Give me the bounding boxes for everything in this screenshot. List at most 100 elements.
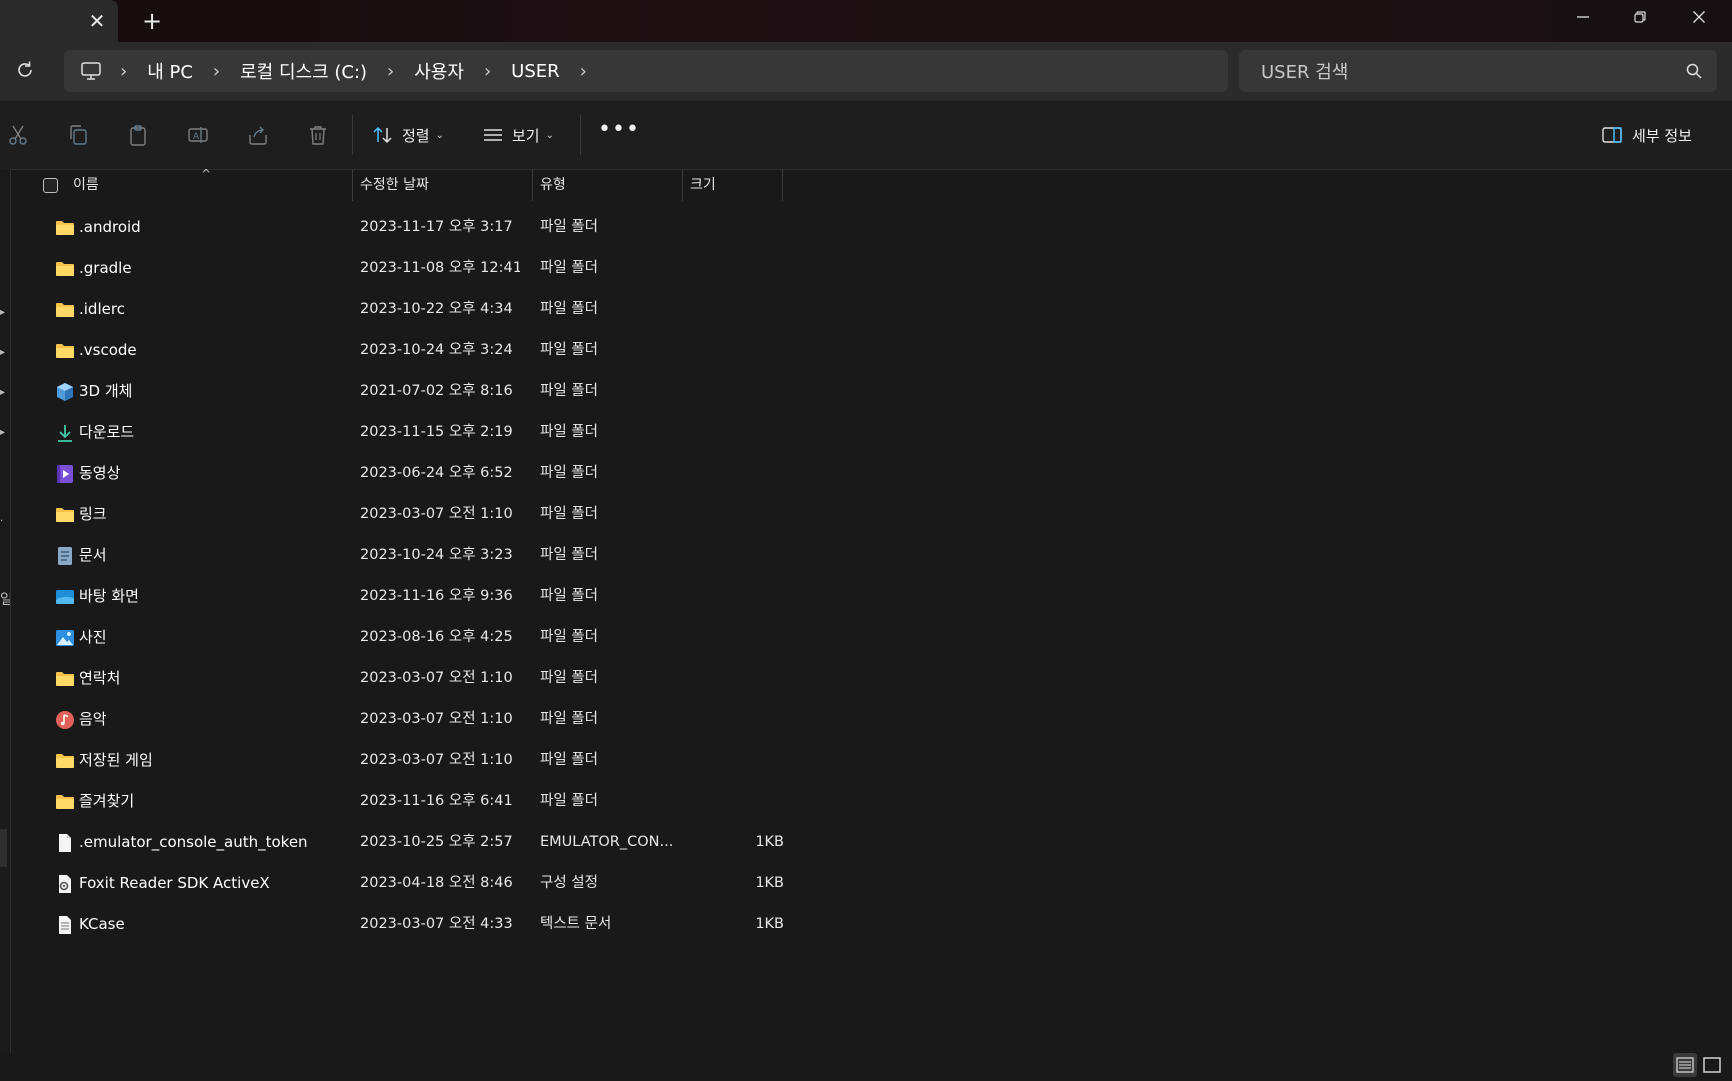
column-header: ^ 이름 수정한 날짜 유형 크기 <box>11 167 1732 201</box>
breadcrumb-user[interactable]: USER <box>511 61 559 82</box>
chevron-right-icon[interactable]: › <box>387 61 394 82</box>
file-row[interactable]: .idlerc 2023-10-22 오후 4:34 파일 폴더 <box>11 289 911 330</box>
copy-icon[interactable] <box>66 123 90 147</box>
nav-item-fragment[interactable]: . <box>0 513 6 524</box>
paste-icon[interactable] <box>126 123 150 147</box>
share-icon[interactable] <box>246 123 270 147</box>
file-row[interactable]: 음악 2023-03-07 오전 1:10 파일 폴더 <box>11 699 911 740</box>
file-row[interactable]: 동영상 2023-06-24 오후 6:52 파일 폴더 <box>11 453 911 494</box>
file-size: 1KB <box>755 875 784 891</box>
breadcrumb-users[interactable]: 사용자 <box>414 58 464 84</box>
file-date: 2023-04-18 오전 8:46 <box>360 875 513 891</box>
file-type: 파일 폴더 <box>540 424 598 440</box>
file-date: 2023-03-07 오전 1:10 <box>360 711 513 727</box>
column-name[interactable]: 이름 <box>73 169 353 201</box>
file-size <box>661 371 784 412</box>
column-type[interactable]: 유형 <box>540 169 680 201</box>
file-size <box>661 412 784 453</box>
column-size[interactable]: 크기 <box>690 169 780 201</box>
select-all-checkbox[interactable] <box>43 178 58 193</box>
view-label: 보기 <box>512 126 540 145</box>
rename-icon[interactable]: A <box>186 123 210 147</box>
cut-icon[interactable] <box>6 123 30 147</box>
chevron-right-icon[interactable]: › <box>120 61 127 82</box>
file-date: 2021-07-02 오후 8:16 <box>360 383 513 399</box>
new-tab-icon[interactable]: + <box>140 9 164 34</box>
file-size <box>661 453 784 494</box>
column-divider[interactable] <box>352 169 353 201</box>
file-date: 2023-03-07 오전 1:10 <box>360 506 513 522</box>
file-row[interactable]: 링크 2023-03-07 오전 1:10 파일 폴더 <box>11 494 911 535</box>
large-icons-view-button[interactable] <box>1700 1053 1724 1077</box>
file-date: 2023-11-17 오후 3:17 <box>360 219 513 235</box>
chevron-right-icon[interactable]: › <box>213 61 220 82</box>
more-options-icon[interactable]: ••• <box>598 119 639 147</box>
file-type: 파일 폴더 <box>540 301 598 317</box>
downloads-icon <box>55 423 75 443</box>
sort-button[interactable]: 정렬 ⌄ <box>372 119 444 151</box>
status-bar <box>0 1053 1732 1080</box>
file-row[interactable]: .android 2023-11-17 오후 3:17 파일 폴더 <box>11 207 911 248</box>
file-row[interactable]: 사진 2023-08-16 오후 4:25 파일 폴더 <box>11 617 911 658</box>
this-pc-icon[interactable] <box>80 60 102 82</box>
chevron-down-icon: ⌄ <box>435 129 444 141</box>
details-view-button[interactable] <box>1673 1053 1697 1077</box>
file-row[interactable]: 바탕 화면 2023-11-16 오후 9:36 파일 폴더 <box>11 576 911 617</box>
close-window-button[interactable] <box>1683 6 1715 32</box>
file-type: 파일 폴더 <box>540 793 598 809</box>
column-date[interactable]: 수정한 날짜 <box>360 169 530 201</box>
search-input[interactable] <box>1259 50 1663 94</box>
file-date: 2023-10-25 오후 2:57 <box>360 834 513 850</box>
file-row[interactable]: .vscode 2023-10-24 오후 3:24 파일 폴더 <box>11 330 911 371</box>
file-row[interactable]: 다운로드 2023-11-15 오후 2:19 파일 폴더 <box>11 412 911 453</box>
expand-arrow-icon[interactable]: ▸ <box>0 387 6 398</box>
column-divider[interactable] <box>782 169 783 201</box>
documents-icon <box>55 546 75 566</box>
navigation-pane[interactable]: ▸ ▸ ▸ ▸ . 일 <box>0 169 11 1053</box>
file-list: .android 2023-11-17 오후 3:17 파일 폴더 .gradle 2… <box>11 207 911 945</box>
file-row[interactable]: 저장된 게임 2023-03-07 오전 1:10 파일 폴더 <box>11 740 911 781</box>
file-type: EMULATOR_CON... <box>540 834 674 850</box>
file-size <box>661 330 784 371</box>
file-name: 바탕 화면 <box>79 587 139 605</box>
breadcrumb[interactable]: › 내 PC › 로컬 디스크 (C:) › 사용자 › USER › <box>64 50 1228 92</box>
breadcrumb-local-disk[interactable]: 로컬 디스크 (C:) <box>240 58 367 84</box>
expand-arrow-icon[interactable]: ▸ <box>0 307 6 318</box>
file-row[interactable]: 즐겨찾기 2023-11-16 오후 6:41 파일 폴더 <box>11 781 911 822</box>
breadcrumb-this-pc[interactable]: 내 PC <box>147 58 193 84</box>
expand-arrow-icon[interactable]: ▸ <box>0 427 6 438</box>
chevron-right-icon[interactable]: › <box>580 61 587 82</box>
file-row[interactable]: 문서 2023-10-24 오후 3:23 파일 폴더 <box>11 535 911 576</box>
minimize-button[interactable] <box>1567 6 1599 32</box>
file-type: 파일 폴더 <box>540 465 598 481</box>
explorer-tab[interactable]: ✕ <box>0 0 118 42</box>
file-row[interactable]: KCase 2023-03-07 오전 4:33 텍스트 문서 1KB <box>11 904 911 945</box>
file-row[interactable]: .emulator_console_auth_token 2023-10-25 오… <box>11 822 911 863</box>
details-pane-button[interactable]: 세부 정보 <box>1602 119 1692 151</box>
folder-icon <box>55 259 75 279</box>
file-name: 링크 <box>79 505 107 523</box>
expand-arrow-icon[interactable]: ▸ <box>0 347 6 358</box>
music-icon <box>55 710 75 730</box>
toolbar-divider <box>580 115 581 155</box>
view-button[interactable]: 보기 ⌄ <box>482 119 554 151</box>
chevron-down-icon: ⌄ <box>545 129 554 141</box>
tab-close-icon[interactable]: ✕ <box>86 10 108 32</box>
file-row[interactable]: .gradle 2023-11-08 오후 12:41 파일 폴더 <box>11 248 911 289</box>
file-row[interactable]: 3D 개체 2021-07-02 오후 8:16 파일 폴더 <box>11 371 911 412</box>
search-icon[interactable] <box>1685 62 1703 80</box>
column-divider[interactable] <box>532 169 533 201</box>
file-row[interactable]: 연락처 2023-03-07 오전 1:10 파일 폴더 <box>11 658 911 699</box>
nav-item-fragment[interactable]: 일 <box>0 589 10 609</box>
column-divider[interactable] <box>682 169 683 201</box>
chevron-right-icon[interactable]: › <box>484 61 491 82</box>
file-size <box>661 576 784 617</box>
refresh-button[interactable] <box>14 59 38 83</box>
file-row[interactable]: Foxit Reader SDK ActiveX 2023-04-18 오전 8:… <box>11 863 911 904</box>
file-name: 즐겨찾기 <box>79 792 135 810</box>
search-box[interactable] <box>1239 50 1717 94</box>
maximize-button[interactable] <box>1624 6 1656 32</box>
file-date: 2023-11-16 오후 9:36 <box>360 588 513 604</box>
file-type: 파일 폴더 <box>540 219 598 235</box>
delete-icon[interactable] <box>306 123 330 147</box>
